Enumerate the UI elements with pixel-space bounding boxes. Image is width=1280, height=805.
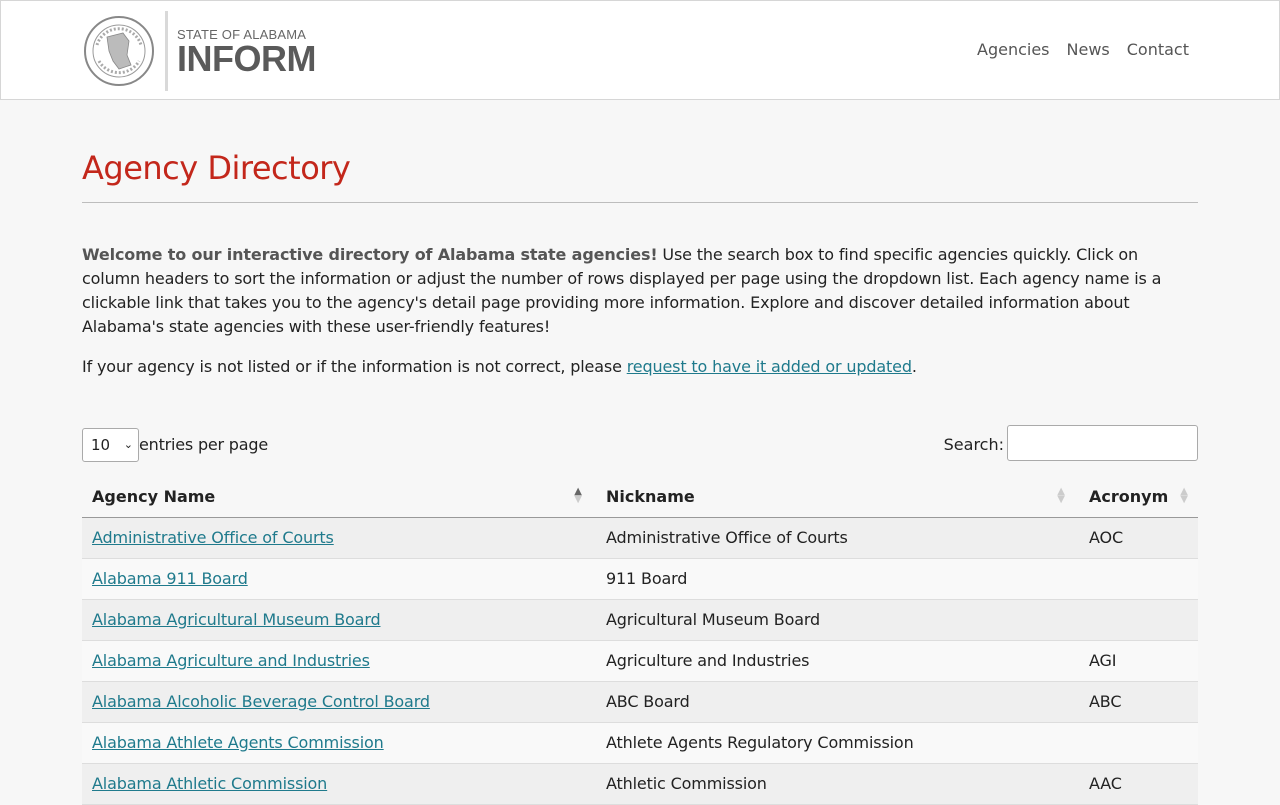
search-label: Search: <box>943 435 1004 454</box>
note-prefix: If your agency is not listed or if the i… <box>82 357 627 376</box>
acronym-cell <box>1079 599 1198 641</box>
table-header-row: Agency Name ▲ ▼ Nickname ▲ ▼ Acronym ▲ ▼ <box>82 476 1198 518</box>
acronym-cell: ABC <box>1079 681 1198 723</box>
note-suffix: . <box>911 357 917 376</box>
nickname-cell: 911 Board <box>596 558 1079 600</box>
table-controls: 10 ⌄ entries per page Search: <box>82 425 1198 462</box>
main-content: Agency Directory Welcome to our interact… <box>82 100 1198 805</box>
column-header-agency-name[interactable]: Agency Name ▲ ▼ <box>82 476 596 518</box>
acronym-cell: AAC <box>1079 763 1198 805</box>
nav-agencies[interactable]: Agencies <box>977 40 1050 59</box>
entries-per-page-value: 10 <box>91 436 111 454</box>
nickname-cell: Agriculture and Industries <box>596 640 1079 682</box>
acronym-cell: AOC <box>1079 517 1198 559</box>
entries-per-page-label: entries per page <box>139 435 268 454</box>
table-body: Administrative Office of Courts Administr… <box>82 517 1198 805</box>
sort-icon: ▲ ▼ <box>1180 486 1188 505</box>
agency-link[interactable]: Alabama Athletic Commission <box>92 774 327 793</box>
site-logo[interactable]: STATE OF ALABAMA INFORM <box>83 11 316 91</box>
nickname-cell: ABC Board <box>596 681 1079 723</box>
acronym-cell: AGI <box>1079 640 1198 682</box>
agency-name-cell: Alabama Alcoholic Beverage Control Board <box>82 681 596 723</box>
acronym-cell <box>1079 722 1198 764</box>
agency-name-cell: Alabama Agricultural Museum Board <box>82 599 596 641</box>
agency-link[interactable]: Alabama Athlete Agents Commission <box>92 733 384 752</box>
agency-name-cell: Alabama Athletic Commission <box>82 763 596 805</box>
search-input[interactable] <box>1007 425 1198 461</box>
column-header-label: Acronym <box>1089 486 1169 506</box>
column-header-label: Agency Name <box>92 486 216 506</box>
agency-link[interactable]: Alabama Alcoholic Beverage Control Board <box>92 692 430 711</box>
agency-table: Agency Name ▲ ▼ Nickname ▲ ▼ Acronym ▲ ▼ Admin… <box>82 476 1198 805</box>
page-title: Agency Directory <box>82 149 351 187</box>
table-row: Administrative Office of Courts Administr… <box>82 517 1198 559</box>
title-divider <box>82 202 1198 203</box>
site-header: STATE OF ALABAMA INFORM Agencies News Co… <box>0 0 1280 100</box>
agency-name-cell: Administrative Office of Courts <box>82 517 596 559</box>
sort-icon: ▲ ▼ <box>1057 486 1065 505</box>
agency-link[interactable]: Administrative Office of Courts <box>92 528 334 547</box>
state-seal-icon <box>84 16 154 86</box>
request-update-link[interactable]: request to have it added or updated <box>627 357 912 376</box>
table-row: Alabama Alcoholic Beverage Control Board… <box>82 681 1198 723</box>
update-note: If your agency is not listed or if the i… <box>82 355 1198 379</box>
sort-ascending-icon: ▲ ▼ <box>574 486 582 505</box>
agency-link[interactable]: Alabama Agricultural Museum Board <box>92 610 381 629</box>
logo-inform-text: INFORM <box>177 37 316 79</box>
agency-name-cell: Alabama 911 Board <box>82 558 596 600</box>
agency-link[interactable]: Alabama Agriculture and Industries <box>92 651 370 670</box>
column-header-label: Nickname <box>606 486 695 506</box>
acronym-cell <box>1079 558 1198 600</box>
main-nav: Agencies News Contact <box>977 40 1189 59</box>
entries-per-page-select[interactable]: 10 ⌄ <box>82 428 139 462</box>
table-row: Alabama Athlete Agents Commission Athlete… <box>82 722 1198 764</box>
column-header-nickname[interactable]: Nickname ▲ ▼ <box>596 476 1079 518</box>
nav-contact[interactable]: Contact <box>1127 40 1189 59</box>
table-row: Alabama 911 Board 911 Board <box>82 558 1198 600</box>
table-row: Alabama Athletic Commission Athletic Comm… <box>82 763 1198 805</box>
nav-news[interactable]: News <box>1067 40 1110 59</box>
table-row: Alabama Agricultural Museum Board Agricul… <box>82 599 1198 641</box>
chevron-down-icon: ⌄ <box>123 438 133 451</box>
column-header-acronym[interactable]: Acronym ▲ ▼ <box>1079 476 1198 518</box>
nickname-cell: Athletic Commission <box>596 763 1079 805</box>
agency-name-cell: Alabama Agriculture and Industries <box>82 640 596 682</box>
agency-link[interactable]: Alabama 911 Board <box>92 569 248 588</box>
intro-bold-text: Welcome to our interactive directory of … <box>82 245 658 264</box>
intro-paragraph: Welcome to our interactive directory of … <box>82 243 1198 339</box>
nickname-cell: Administrative Office of Courts <box>596 517 1079 559</box>
logo-divider <box>165 11 168 91</box>
table-row: Alabama Agriculture and Industries Agricu… <box>82 640 1198 682</box>
logo-text: STATE OF ALABAMA INFORM <box>177 26 316 77</box>
nickname-cell: Athlete Agents Regulatory Commission <box>596 722 1079 764</box>
nickname-cell: Agricultural Museum Board <box>596 599 1079 641</box>
agency-name-cell: Alabama Athlete Agents Commission <box>82 722 596 764</box>
